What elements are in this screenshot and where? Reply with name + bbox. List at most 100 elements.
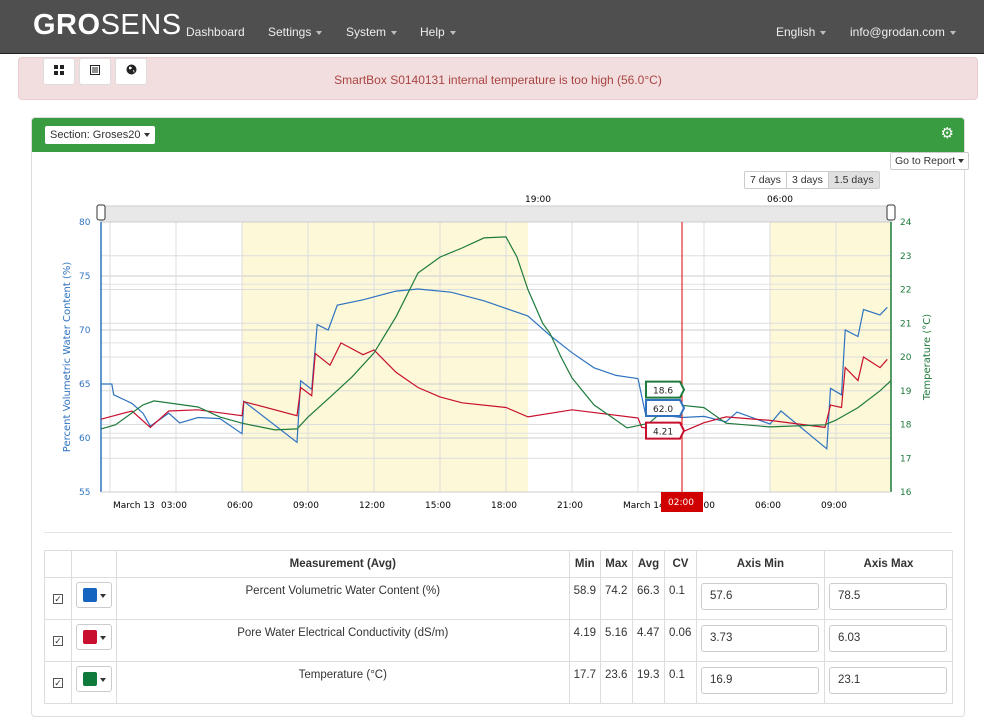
column-header: CV (663, 550, 697, 578)
left-tick-label: 65 (79, 380, 90, 390)
range-1-5-days[interactable]: 1.5 days (828, 172, 879, 188)
visibility-checkbox[interactable]: ✓ (52, 594, 63, 604)
x-tick-label: 09:00 (821, 501, 847, 511)
x-tick-label: 06:00 (227, 501, 253, 511)
measurement-name: Temperature (°C) (115, 661, 570, 704)
x-tick-label: 21:00 (557, 501, 583, 511)
right-tick-label: 19 (900, 387, 912, 397)
x-tick-label: March 13 (113, 501, 155, 511)
panel-header: Section: Groses20 ⚙ (32, 118, 964, 152)
axis-min-input[interactable]: 3.73 (700, 625, 819, 652)
map-view-button[interactable] (115, 58, 147, 85)
min-value: 4.19 (568, 619, 602, 662)
avg-value: 19.3 (631, 661, 665, 704)
color-picker-button[interactable] (75, 582, 112, 608)
axis-min-input[interactable]: 16.9 (700, 667, 819, 694)
list-icon (90, 65, 100, 75)
grid-icon (54, 65, 64, 75)
x-tick-label: 09:00 (293, 501, 319, 511)
right-tick-label: 18 (900, 421, 912, 431)
navigator-label: 06:00 (767, 195, 793, 205)
cv-value: 0.06 (663, 619, 697, 662)
x-tick-label: March 14 (623, 501, 665, 511)
grid-view-button[interactable] (43, 58, 75, 85)
axis-max-input[interactable]: 23.1 (828, 667, 947, 694)
axis-min-input[interactable]: 57.6 (700, 583, 819, 610)
table-row: ✓ Percent Volumetric Water Content (%) 5… (44, 577, 954, 620)
navigator-handle[interactable] (886, 204, 896, 221)
right-tick-label: 22 (900, 286, 911, 296)
nav-settings[interactable]: Settings (268, 25, 323, 39)
max-value: 5.16 (600, 619, 633, 662)
caret-down-icon (449, 30, 456, 35)
color-swatch (82, 630, 97, 644)
range-7-days[interactable]: 7 days (745, 172, 787, 188)
axis-max-input[interactable]: 6.03 (828, 625, 947, 652)
navigator-label: 19:00 (525, 195, 551, 205)
x-tick-label: 06:00 (755, 501, 781, 511)
right-tick-label: 21 (900, 319, 911, 329)
color-picker-button[interactable] (75, 666, 112, 692)
column-header: Min (568, 550, 602, 578)
column-header: Avg (631, 550, 665, 578)
right-tick-label: 20 (900, 353, 912, 363)
go-to-report-button[interactable]: Go to Report (890, 152, 970, 170)
top-navbar: GROSENS Dashboard Settings System Help E… (0, 0, 984, 54)
x-tick-label: 18:00 (491, 501, 517, 511)
alert-banner: SmartBox S0140131 internal temperature i… (18, 57, 978, 100)
nav-language[interactable]: English (776, 25, 827, 39)
caret-down-icon (316, 30, 323, 35)
color-swatch (82, 588, 97, 602)
right-axis-title: Temperature (°C) (922, 314, 933, 401)
section-dropdown[interactable]: Section: Groses20 (45, 126, 155, 144)
color-picker-button[interactable] (75, 624, 112, 650)
visibility-checkbox[interactable]: ✓ (52, 636, 63, 646)
range-selector: 7 days 3 days 1.5 days (744, 171, 880, 189)
measurement-name: Pore Water Electrical Conductivity (dS/m… (115, 619, 570, 662)
column-header: Max (600, 550, 633, 578)
right-tick-label: 17 (900, 454, 911, 464)
cv-value: 0.1 (663, 661, 697, 704)
column-header: Measurement (Avg) (115, 550, 570, 578)
max-value: 23.6 (600, 661, 633, 704)
cv-value: 0.1 (663, 577, 697, 620)
left-tick-label: 55 (79, 488, 90, 498)
right-tick-label: 23 (900, 252, 911, 262)
column-header (44, 550, 72, 578)
caret-down-icon (391, 30, 398, 35)
cursor-value-vwc: 62.0 (653, 405, 673, 415)
avg-value: 66.3 (631, 577, 665, 620)
divider (44, 532, 952, 533)
globe-icon (126, 64, 136, 75)
min-value: 17.7 (568, 661, 602, 704)
table-row: ✓ Pore Water Electrical Conductivity (dS… (44, 619, 954, 662)
left-tick-label: 60 (79, 434, 91, 444)
column-header: Axis Min (695, 550, 825, 578)
caret-down-icon (99, 636, 106, 640)
nav-help[interactable]: Help (420, 25, 456, 39)
left-axis-title: Percent Volumetric Water Content (%) (62, 262, 73, 453)
list-view-button[interactable] (79, 58, 111, 85)
visibility-checkbox[interactable]: ✓ (52, 678, 63, 688)
axis-max-input[interactable]: 78.5 (828, 583, 947, 610)
x-tick-label: 03:00 (161, 501, 187, 511)
time-series-chart: March 13 03:00 06:00 09:00 12:00 15:00 18:00 21… (62, 195, 933, 512)
measurement-table: Measurement (Avg) Min Max Avg CV Axis Min Axis… (44, 550, 954, 704)
gear-icon[interactable]: ⚙ (941, 124, 954, 142)
nav-user[interactable]: info@grodan.com (850, 25, 956, 39)
avg-value: 4.47 (631, 619, 665, 662)
grosens-logo[interactable]: GROSENS (33, 9, 182, 42)
cursor-value-temp: 18.6 (653, 387, 673, 397)
caret-down-icon (958, 159, 965, 164)
navigator-handle[interactable] (96, 204, 106, 221)
caret-down-icon (99, 678, 106, 682)
range-3-days[interactable]: 3 days (787, 172, 829, 188)
right-tick-label: 16 (900, 488, 912, 498)
nav-system[interactable]: System (346, 25, 398, 39)
caret-down-icon (99, 594, 106, 598)
nav-dashboard[interactable]: Dashboard (186, 25, 245, 39)
x-tick-label: 15:00 (425, 501, 451, 511)
column-header: Axis Max (823, 550, 954, 578)
caret-down-icon (143, 133, 150, 138)
caret-down-icon (949, 30, 956, 35)
